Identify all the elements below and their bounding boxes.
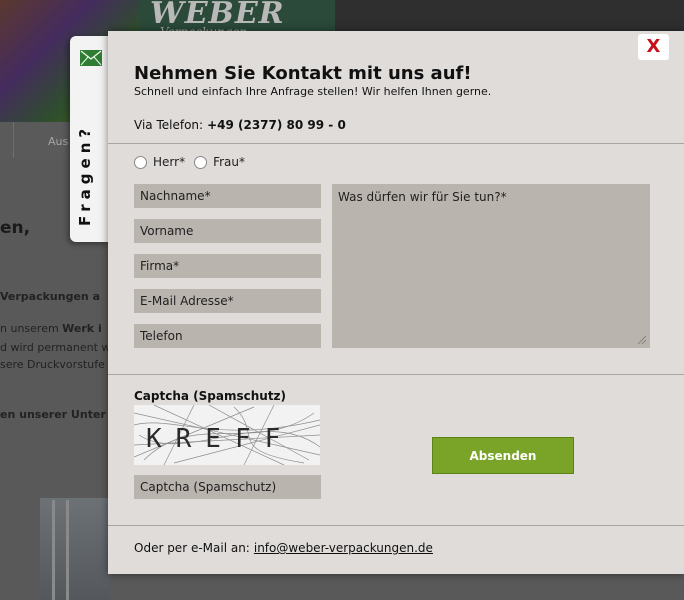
- flagpole: [52, 500, 55, 600]
- radio-herr[interactable]: [134, 155, 147, 169]
- questions-side-tab[interactable]: Fragen?: [70, 36, 110, 242]
- email-field[interactable]: E-Mail Adresse*: [134, 289, 321, 313]
- divider: [108, 374, 684, 375]
- radio-frau-label: Frau*: [213, 155, 245, 169]
- salutation-group: Herr* Frau*: [134, 155, 254, 169]
- questions-tab-label: Fragen?: [76, 123, 94, 226]
- radio-herr-label: Herr*: [153, 155, 186, 169]
- flagpole: [66, 500, 69, 600]
- lastname-field[interactable]: Nachname*: [134, 184, 321, 208]
- nav-item[interactable]: Aus: [48, 135, 68, 148]
- captcha-field[interactable]: Captcha (Spamschutz): [134, 475, 321, 499]
- captcha-text: KREFF: [146, 424, 294, 454]
- captcha-label: Captcha (Spamschutz): [134, 389, 287, 403]
- modal-title: Nehmen Sie Kontakt mit uns auf!: [134, 63, 472, 84]
- radio-frau[interactable]: [194, 155, 208, 169]
- firstname-field[interactable]: Vorname: [134, 219, 321, 243]
- content-text: Verpackungen a: [0, 290, 101, 303]
- divider: [108, 525, 684, 526]
- phone-field[interactable]: Telefon: [134, 324, 321, 348]
- resize-handle-icon[interactable]: [636, 334, 646, 344]
- company-field[interactable]: Firma*: [134, 254, 321, 278]
- submit-button[interactable]: Absenden: [432, 437, 574, 474]
- footer-text: Oder per e-Mail an:: [134, 541, 250, 555]
- message-textarea[interactable]: Was dürfen wir für Sie tun?*: [332, 184, 650, 348]
- close-button[interactable]: X: [638, 34, 669, 60]
- content-text: sere Druckvorstufe: [0, 358, 105, 371]
- divider: [108, 143, 684, 144]
- contact-modal: X Nehmen Sie Kontakt mit uns auf! Schnel…: [108, 31, 684, 574]
- content-text: d wird permanent w: [0, 341, 111, 354]
- message-placeholder: Was dürfen wir für Sie tun?*: [338, 190, 507, 204]
- content-heading: en,: [0, 218, 31, 238]
- phone-row: Via Telefon: +49 (2377) 80 99 - 0: [134, 118, 346, 132]
- captcha-image: KREFF: [134, 405, 320, 465]
- phone-label: Via Telefon:: [134, 118, 204, 132]
- building-photo: [40, 498, 110, 600]
- footer-contact: Oder per e-Mail an: info@weber-verpackung…: [134, 541, 433, 555]
- content-text: n unserem Werk i: [0, 322, 102, 335]
- email-link[interactable]: info@weber-verpackungen.de: [254, 541, 433, 555]
- nav-divider: [13, 122, 14, 158]
- modal-subtitle: Schnell und einfach Ihre Anfrage stellen…: [134, 85, 492, 98]
- phone-number: +49 (2377) 80 99 - 0: [207, 118, 346, 132]
- mail-icon: [80, 50, 102, 66]
- content-text: en unserer Unter: [0, 408, 106, 421]
